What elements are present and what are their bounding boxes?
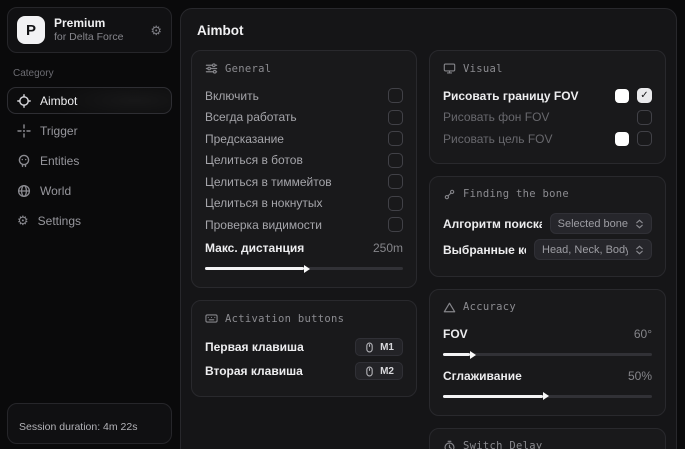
mouse-icon <box>364 366 375 377</box>
panel-title: Activation buttons <box>225 313 344 325</box>
setting-row: Алгоритм поиска кост Selected bone <box>443 211 652 237</box>
checkbox[interactable] <box>388 131 403 146</box>
checkbox[interactable] <box>388 110 403 125</box>
setting-row: Проверка видимости <box>205 214 403 236</box>
brand-logo: P <box>17 16 45 44</box>
sidebar-item-label: Settings <box>38 214 81 228</box>
panel-switch-delay: Switch Delay Задержка переключения Задер… <box>429 428 666 449</box>
triangle-icon <box>443 301 456 314</box>
globe-icon <box>17 184 31 198</box>
brand-title: Premium <box>54 16 141 31</box>
selected-bones-select[interactable]: Head, Neck, Body, Pe.. <box>534 239 652 260</box>
sidebar-item-world[interactable]: World <box>7 177 172 204</box>
setting-row: Первая клавиша M1 <box>205 335 403 359</box>
checkbox[interactable] <box>388 174 403 189</box>
panel-finding-the-bone: Finding the bone Алгоритм поиска кост Se… <box>429 176 666 277</box>
slider-fill <box>443 353 470 356</box>
slider-value: 60° <box>634 327 652 341</box>
panel-title: Finding the bone <box>463 188 569 200</box>
session-duration: Session duration: 4m 22s <box>19 421 137 433</box>
smoothing-slider[interactable] <box>443 395 652 398</box>
setting-row: Рисовать цель FOV <box>443 128 652 150</box>
keybind-label: M1 <box>380 342 394 353</box>
setting-row: FOV 60° <box>443 324 652 346</box>
sidebar-item-aimbot[interactable]: Aimbot <box>7 87 172 114</box>
sidebar-item-label: Trigger <box>40 124 78 138</box>
panel-title: Accuracy <box>463 301 516 313</box>
panel-title: General <box>225 63 271 75</box>
keybind-button[interactable]: M2 <box>355 362 403 380</box>
fov-slider[interactable] <box>443 353 652 356</box>
sidebar-item-label: World <box>40 184 71 198</box>
panel-title: Visual <box>463 63 503 75</box>
chevron-updown-icon <box>635 219 644 229</box>
checkbox[interactable] <box>388 217 403 232</box>
slider-fill <box>443 395 543 398</box>
entities-icon <box>17 154 31 168</box>
slider-fill <box>205 267 304 270</box>
page-title: Aimbot <box>189 21 668 50</box>
keybind-label: M2 <box>380 366 394 377</box>
sidebar-item-trigger[interactable]: Trigger <box>7 117 172 144</box>
main-content: Aimbot General Включить <box>180 8 677 449</box>
crosshair-icon <box>17 94 31 108</box>
max-distance-slider[interactable] <box>205 267 403 270</box>
brand-subtitle: for Delta Force <box>54 31 141 44</box>
checkbox[interactable] <box>637 88 652 103</box>
color-swatch[interactable] <box>615 89 629 103</box>
session-card: Session duration: 4m 22s <box>7 403 172 444</box>
select-value: Head, Neck, Body, Pe.. <box>542 244 628 256</box>
bone-algorithm-select[interactable]: Selected bone <box>550 213 652 234</box>
checkbox[interactable] <box>637 131 652 146</box>
brand-card: P Premium for Delta Force ⚙ <box>7 7 172 53</box>
setting-row: Включить <box>205 85 403 107</box>
color-swatch[interactable] <box>615 132 629 146</box>
slider-value: 250m <box>373 241 403 255</box>
panel-visual: Visual Рисовать границу FOV Рисовать фон… <box>429 50 666 164</box>
setting-row: Целиться в нокнутых <box>205 193 403 215</box>
clock-icon <box>443 440 456 449</box>
setting-row: Сглаживание 50% <box>443 365 652 387</box>
setting-row: Выбранные кос Head, Neck, Body, Pe.. <box>443 237 652 263</box>
checkbox[interactable] <box>388 88 403 103</box>
setting-row: Макс. дистанция 250m <box>205 238 403 260</box>
bone-icon <box>443 188 456 201</box>
panel-accuracy: Accuracy FOV 60° Сглаживание 50% <box>429 289 666 416</box>
gear-icon: ⚙ <box>17 214 29 227</box>
trigger-crosshair-icon <box>17 124 31 138</box>
setting-row: Целиться в ботов <box>205 150 403 172</box>
sliders-icon <box>205 62 218 75</box>
setting-row: Рисовать границу FOV <box>443 85 652 107</box>
brand-text: Premium for Delta Force <box>54 16 141 44</box>
panel-activation-buttons: Activation buttons Первая клавиша M1 <box>191 300 417 397</box>
checkbox[interactable] <box>637 110 652 125</box>
setting-row: Всегда работать <box>205 107 403 129</box>
category-label: Category <box>13 68 172 79</box>
setting-row: Вторая клавиша M2 <box>205 359 403 383</box>
panel-general: General Включить Всегда работать Предска… <box>191 50 417 288</box>
monitor-icon <box>443 62 456 75</box>
sidebar: P Premium for Delta Force ⚙ Category Aim… <box>0 0 179 449</box>
keyboard-icon <box>205 312 218 325</box>
chevron-updown-icon <box>635 245 644 255</box>
sidebar-item-label: Entities <box>40 154 79 168</box>
checkbox[interactable] <box>388 153 403 168</box>
mouse-icon <box>364 342 375 353</box>
select-value: Selected bone <box>558 218 628 230</box>
checkbox[interactable] <box>388 196 403 211</box>
sidebar-item-entities[interactable]: Entities <box>7 147 172 174</box>
sidebar-item-settings[interactable]: ⚙ Settings <box>7 207 172 234</box>
setting-row: Предсказание <box>205 128 403 150</box>
gear-icon[interactable]: ⚙ <box>150 24 162 37</box>
setting-row: Целиться в тиммейтов <box>205 171 403 193</box>
slider-value: 50% <box>628 369 652 383</box>
keybind-button[interactable]: M1 <box>355 338 403 356</box>
setting-row: Рисовать фон FOV <box>443 107 652 129</box>
sidebar-item-label: Aimbot <box>40 94 77 108</box>
panel-title: Switch Delay <box>463 440 542 449</box>
sidebar-nav: Aimbot Trigger Entities <box>7 87 172 234</box>
